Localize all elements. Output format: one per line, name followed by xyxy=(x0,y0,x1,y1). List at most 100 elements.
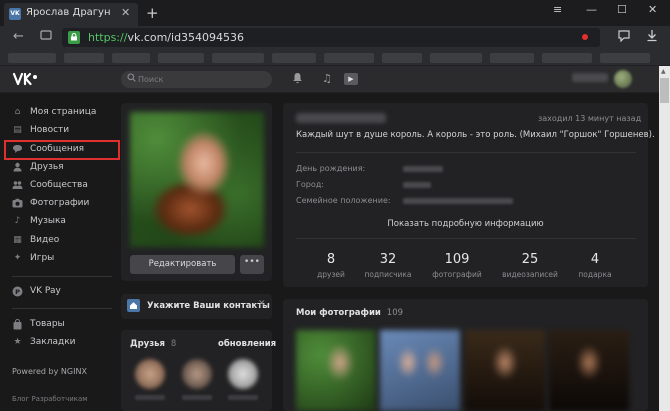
friend-name-blurred[interactable] xyxy=(182,395,212,400)
sidebar-item-label: Закладки xyxy=(30,337,76,347)
contacts-prompt-text[interactable]: Укажите Ваши контакты xyxy=(147,301,270,311)
music-note-icon: ♪ xyxy=(14,216,21,226)
bookmark-item[interactable] xyxy=(600,53,650,63)
friend-avatar[interactable] xyxy=(182,359,212,389)
stat-videos-label[interactable]: видеозаписей xyxy=(500,270,560,279)
profile-photo[interactable] xyxy=(130,112,264,247)
friend-avatar[interactable] xyxy=(228,359,258,389)
photo-thumbnail[interactable] xyxy=(380,330,460,411)
search-input[interactable] xyxy=(138,71,268,88)
extension-icon[interactable] xyxy=(617,29,631,46)
user-name-blurred[interactable] xyxy=(572,73,608,82)
sidebar-item-games[interactable]: ✦ Игры xyxy=(12,250,118,268)
bookmark-item[interactable] xyxy=(324,53,374,63)
browser-menu-icon[interactable]: ≡ xyxy=(553,3,562,16)
bookmark-item[interactable] xyxy=(64,53,104,63)
profile-status[interactable]: Каждый шут в душе король. А король - это… xyxy=(296,130,655,140)
news-icon: ▤ xyxy=(13,125,22,135)
friend-avatar[interactable] xyxy=(135,359,165,389)
url-text[interactable]: https://vk.com/id354094536 xyxy=(88,31,244,44)
stat-followers-count[interactable]: 32 xyxy=(358,252,418,267)
stat-videos-count[interactable]: 25 xyxy=(500,252,560,267)
sidebar-item-label: Игры xyxy=(30,253,55,263)
bookmark-item[interactable] xyxy=(542,53,592,63)
sidebar-item-label: Фотографии xyxy=(30,198,90,208)
stat-friends-label[interactable]: друзей xyxy=(301,270,361,279)
sidebar-item-goods[interactable]: Товары xyxy=(12,316,118,334)
sidebar-item-news[interactable]: ▤ Новости xyxy=(12,122,118,140)
show-details-link[interactable]: Показать подробную информацию xyxy=(283,219,648,229)
home-icon[interactable] xyxy=(40,29,52,45)
star-icon: ★ xyxy=(13,337,22,347)
photo-thumbnail[interactable] xyxy=(465,330,545,411)
vk-tab-icon: VK xyxy=(9,8,21,20)
sidebar-item-music[interactable]: ♪ Музыка xyxy=(12,213,118,231)
birthday-value-blurred[interactable] xyxy=(403,166,443,172)
bookmark-item[interactable] xyxy=(272,53,316,63)
bookmark-item[interactable] xyxy=(8,53,56,63)
bookmark-item[interactable] xyxy=(112,53,150,63)
back-icon[interactable]: ← xyxy=(13,29,24,44)
svg-text:P: P xyxy=(15,288,20,296)
minimize-icon[interactable]: — xyxy=(586,3,597,16)
close-window-icon[interactable]: ✕ xyxy=(648,3,657,16)
edit-profile-button[interactable]: Редактировать xyxy=(130,255,235,274)
sidebar-item-label: Видео xyxy=(30,235,60,245)
friends-updates-link[interactable]: обновления xyxy=(218,339,276,349)
stat-friends-count[interactable]: 8 xyxy=(301,252,361,267)
friend-name-blurred[interactable] xyxy=(228,395,258,400)
sidebar-item-video[interactable]: ▦ Видео xyxy=(12,232,118,250)
more-options-button[interactable]: ••• xyxy=(240,255,264,274)
sidebar-item-friends[interactable]: Друзья xyxy=(12,159,118,177)
sidebar-item-my-page[interactable]: ⌂ Моя страница xyxy=(12,104,118,122)
tab-title: Ярослав Драгун xyxy=(26,7,111,18)
scroll-up-icon[interactable]: ▲ xyxy=(661,68,666,75)
header-avatar[interactable] xyxy=(614,70,632,88)
sidebar-item-vkpay[interactable]: P VK Pay xyxy=(12,283,118,301)
page-scrollbar[interactable] xyxy=(659,66,670,411)
city-value-blurred[interactable] xyxy=(403,182,431,188)
music-icon[interactable]: ♫ xyxy=(322,72,332,85)
powered-by-text: Powered by NGINX xyxy=(12,367,87,376)
tab-close-icon[interactable]: ✕ xyxy=(121,6,130,19)
friends-title[interactable]: Друзья 8 xyxy=(130,339,176,349)
sidebar-item-label: Музыка xyxy=(30,216,66,226)
sidebar-item-bookmarks[interactable]: ★ Закладки xyxy=(12,334,118,352)
bookmark-item[interactable] xyxy=(382,53,422,63)
lock-icon xyxy=(68,31,80,44)
family-status-value-blurred[interactable] xyxy=(403,198,513,204)
bookmark-item[interactable] xyxy=(490,53,534,63)
friend-name-blurred[interactable] xyxy=(135,395,165,400)
online-status: заходил 13 минут назад xyxy=(538,114,642,123)
bookmark-item[interactable] xyxy=(158,53,204,63)
bookmark-item[interactable] xyxy=(430,53,482,63)
bookmark-item[interactable] xyxy=(212,53,264,63)
communities-icon xyxy=(12,180,23,191)
photo-thumbnail[interactable] xyxy=(296,330,376,411)
download-icon[interactable] xyxy=(646,29,658,46)
sidebar-item-photos[interactable]: Фотографии xyxy=(12,195,118,213)
search-icon xyxy=(127,73,136,85)
vk-logo[interactable] xyxy=(11,71,41,88)
play-icon[interactable]: ▶ xyxy=(344,73,358,85)
photo-thumbnail[interactable] xyxy=(549,330,629,411)
my-photos-title[interactable]: Мои фотографии 109 xyxy=(296,308,403,318)
sidebar-item-label: Сообщества xyxy=(30,180,88,190)
close-icon[interactable]: ✕ xyxy=(258,299,266,309)
sidebar-item-label: VK Pay xyxy=(30,286,61,296)
maximize-icon[interactable]: ☐ xyxy=(617,3,627,16)
stat-photos-count[interactable]: 109 xyxy=(427,252,487,267)
sidebar-item-label: Новости xyxy=(30,125,70,135)
sidebar-item-communities[interactable]: Сообщества xyxy=(12,177,118,195)
sidebar-divider xyxy=(12,276,112,277)
new-tab-button[interactable]: + xyxy=(146,4,159,22)
vkpay-icon: P xyxy=(12,286,23,297)
scroll-thumb[interactable] xyxy=(660,78,669,103)
stat-gifts-count[interactable]: 4 xyxy=(565,252,625,267)
stat-photos-label[interactable]: фотографий xyxy=(427,270,487,279)
bell-icon[interactable] xyxy=(292,72,303,87)
stat-followers-label[interactable]: подписчика xyxy=(358,270,418,279)
footer-links[interactable]: Блог Разработчикам xyxy=(12,395,88,403)
video-icon: ▦ xyxy=(13,235,22,245)
stat-gifts-label[interactable]: подарка xyxy=(565,270,625,279)
